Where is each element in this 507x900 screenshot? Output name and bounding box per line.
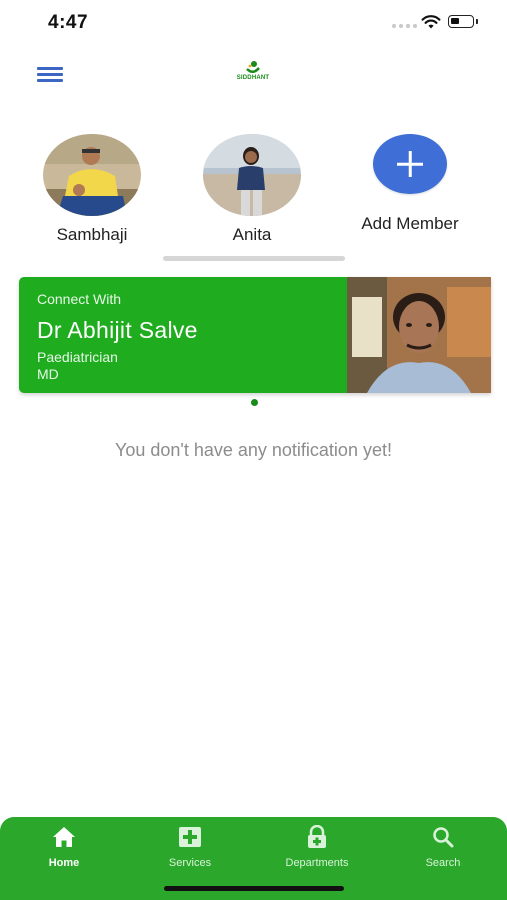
search-icon bbox=[393, 825, 493, 849]
status-time: 4:47 bbox=[48, 12, 89, 33]
carousel-page-dot[interactable] bbox=[251, 399, 258, 406]
battery-icon bbox=[448, 15, 478, 28]
member-name: Anita bbox=[232, 225, 272, 244]
member-photo bbox=[203, 134, 301, 216]
tab-label: Services bbox=[168, 857, 212, 869]
home-icon bbox=[14, 825, 114, 849]
connect-doctor-card[interactable]: Connect With Dr Abhijit Salve Paediatric… bbox=[19, 277, 491, 393]
tab-label: Search bbox=[425, 857, 461, 869]
lock-icon bbox=[267, 825, 367, 849]
doctor-degree: MD bbox=[37, 366, 59, 382]
tab-label: Departments bbox=[285, 857, 349, 869]
doctor-specialty: Paediatrician MD bbox=[37, 349, 118, 383]
plus-icon[interactable] bbox=[373, 134, 447, 194]
avatar[interactable] bbox=[43, 134, 141, 216]
empty-notification-message: You don't have any notification yet! bbox=[115, 440, 392, 460]
card-heading: Connect With bbox=[37, 291, 122, 307]
cellular-signal-icon bbox=[392, 24, 417, 28]
app-logo: SIDDHANT bbox=[232, 60, 274, 90]
tab-departments[interactable]: Departments bbox=[267, 825, 367, 869]
logo-mark-icon bbox=[246, 61, 260, 73]
home-indicator[interactable] bbox=[164, 886, 344, 891]
tab-services[interactable]: Services bbox=[140, 825, 240, 869]
wifi-icon bbox=[421, 15, 441, 29]
doctor-photo bbox=[347, 277, 491, 393]
avatar[interactable] bbox=[203, 134, 301, 216]
status-bar: 4:47 bbox=[0, 0, 507, 44]
doctor-name: Dr Abhijit Salve bbox=[37, 317, 198, 343]
home-screen: 4:47 SIDDHANT Sambhaji Anita Add Member … bbox=[0, 0, 507, 900]
doctor-specialty-text: Paediatrician bbox=[37, 349, 118, 365]
member-anita[interactable]: Anita bbox=[192, 134, 312, 245]
add-member-button[interactable]: Add Member bbox=[350, 134, 470, 234]
tab-search[interactable]: Search bbox=[393, 825, 493, 869]
member-name: Sambhaji bbox=[56, 225, 128, 244]
logo-text: SIDDHANT bbox=[236, 75, 270, 81]
members-scroll-indicator[interactable] bbox=[163, 256, 345, 261]
member-sambhaji[interactable]: Sambhaji bbox=[32, 134, 152, 245]
hamburger-menu-button[interactable] bbox=[37, 67, 63, 83]
tab-label: Home bbox=[48, 857, 80, 869]
tab-home[interactable]: Home bbox=[14, 825, 114, 869]
add-member-label: Add Member bbox=[361, 214, 459, 233]
medical-plus-icon bbox=[140, 825, 240, 849]
member-photo bbox=[43, 134, 141, 216]
